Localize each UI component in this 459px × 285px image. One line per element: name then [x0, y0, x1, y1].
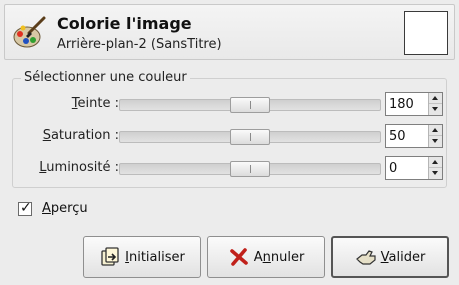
- lightness-row: Luminosité :: [13, 155, 448, 181]
- checkmark-icon: ✓: [20, 200, 32, 216]
- hue-increment-button[interactable]: [429, 93, 442, 104]
- lightness-slider[interactable]: [119, 161, 381, 177]
- saturation-increment-button[interactable]: [429, 125, 442, 136]
- lightness-increment-button[interactable]: [429, 157, 442, 168]
- preview-checkbox[interactable]: ✓: [18, 200, 32, 216]
- lightness-label: Luminosité :: [39, 160, 119, 175]
- preview-label[interactable]: Aperçu: [42, 201, 88, 216]
- hue-decrement-button[interactable]: [429, 104, 442, 115]
- dialog-subtitle: Arrière-plan-2 (SansTitre): [57, 37, 222, 52]
- hue-input[interactable]: [386, 93, 428, 115]
- saturation-label: Saturation :: [42, 128, 119, 143]
- ok-hand-icon: [355, 250, 376, 265]
- saturation-row: Saturation :: [13, 123, 448, 149]
- saturation-spinbox: [385, 124, 443, 148]
- hue-spinbox: [385, 92, 443, 116]
- lightness-input[interactable]: [386, 157, 428, 179]
- lightness-slider-handle[interactable]: [230, 161, 270, 177]
- reset-icon: [101, 247, 119, 266]
- colorize-dialog: Colorie l'image Arrière-plan-2 (SansTitr…: [0, 0, 459, 285]
- colorize-brush-icon: [13, 16, 46, 48]
- dialog-header: Colorie l'image Arrière-plan-2 (SansTitr…: [4, 4, 455, 60]
- cancel-button-label: Annuler: [253, 249, 305, 265]
- dialog-title: Colorie l'image: [57, 14, 192, 33]
- hue-label: Teinte :: [71, 96, 119, 111]
- saturation-slider[interactable]: [119, 129, 381, 145]
- cancel-button[interactable]: Annuler: [207, 236, 325, 278]
- lightness-spinbox: [385, 156, 443, 180]
- hue-row: Teinte :: [13, 91, 448, 117]
- image-thumbnail: [404, 11, 448, 55]
- saturation-slider-handle[interactable]: [230, 129, 270, 145]
- lightness-decrement-button[interactable]: [429, 168, 442, 179]
- hue-slider-handle[interactable]: [230, 97, 270, 113]
- reset-button[interactable]: Initialiser: [83, 236, 201, 278]
- reset-button-label: Initialiser: [125, 249, 185, 265]
- group-legend: Sélectionner une couleur: [21, 70, 190, 85]
- color-selection-group: Sélectionner une couleur Teinte : Satura…: [12, 70, 448, 188]
- cancel-x-icon: [229, 248, 248, 266]
- saturation-decrement-button[interactable]: [429, 136, 442, 147]
- ok-button-label: Valider: [380, 249, 426, 265]
- ok-button[interactable]: Valider: [331, 236, 449, 278]
- hue-slider[interactable]: [119, 97, 381, 113]
- saturation-input[interactable]: [386, 125, 428, 147]
